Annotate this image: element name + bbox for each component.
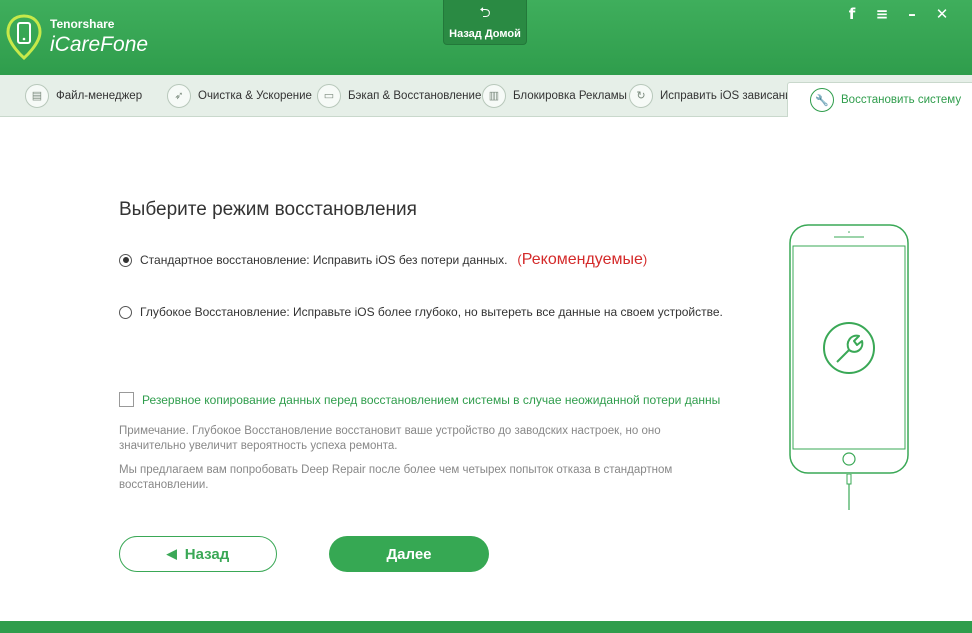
wrench-icon: 🔧 xyxy=(810,88,834,112)
window-controls: f ≡ – ✕ xyxy=(844,5,950,23)
option-deep-label: Глубокое Восстановление: Исправьте iOS б… xyxy=(140,305,723,319)
file-icon: ▤ xyxy=(25,83,49,108)
next-button[interactable]: Далее xyxy=(329,536,489,572)
home-button[interactable]: ⮌ Назад Домой xyxy=(443,0,527,45)
tab-fix-ios[interactable]: ↻ Исправить iOS зависания xyxy=(629,75,798,116)
option-deep-repair[interactable]: Глубокое Восстановление: Исправьте iOS б… xyxy=(119,305,723,319)
trash-icon: ▥ xyxy=(482,83,506,108)
back-button-label: Назад xyxy=(184,545,230,563)
tab-bar: ▤ Файл-менеджер ➶ Очистка & Ускорение ▭ … xyxy=(0,75,972,117)
tab-file-manager[interactable]: ▤ Файл-менеджер xyxy=(25,75,142,116)
tab-label: Очистка & Ускорение xyxy=(198,89,312,102)
radio-deep[interactable] xyxy=(119,305,132,319)
refresh-icon: ↻ xyxy=(629,83,653,108)
usb-cable-icon xyxy=(846,474,852,510)
note-deep-repair: Примечание. Глубокое Восстановление восс… xyxy=(119,425,661,452)
backup-checkbox-row[interactable]: Резервное копирование данных перед восст… xyxy=(119,392,720,407)
radio-standard[interactable] xyxy=(119,253,132,267)
tab-label: Файл-менеджер xyxy=(56,89,143,102)
brand-vendor: Tenorshare xyxy=(50,17,115,31)
tab-label: Бэкап & Восстановление xyxy=(348,89,482,102)
next-button-label: Далее xyxy=(386,545,432,563)
close-icon[interactable]: ✕ xyxy=(934,5,950,23)
menu-icon[interactable]: ≡ xyxy=(874,5,890,23)
tab-label: Восстановить систему xyxy=(841,94,962,106)
tab-backup[interactable]: ▭ Бэкап & Восстановление xyxy=(317,75,481,116)
note-suggestion: Мы предлагаем вам попробовать Deep Repai… xyxy=(119,464,673,491)
home-return-icon: ⮌ xyxy=(479,5,491,21)
title-bar: Tenorshare iCareFone ⮌ Назад Домой f ≡ –… xyxy=(0,0,972,75)
brand-product: iCareFone xyxy=(50,33,149,56)
tab-cleanup[interactable]: ➶ Очистка & Ускорение xyxy=(167,75,312,116)
page-title: Выберите режим восстановления xyxy=(119,199,417,220)
option-standard-label: Стандартное восстановление: Исправить iO… xyxy=(140,253,508,267)
tab-label: Блокировка Рекламы xyxy=(513,89,627,102)
tab-ad-block[interactable]: ▥ Блокировка Рекламы xyxy=(482,75,627,116)
back-button[interactable]: ◀ Назад xyxy=(119,536,277,572)
facebook-icon[interactable]: f xyxy=(844,5,860,23)
backup-checkbox-label: Резервное копирование данных перед восст… xyxy=(142,392,721,407)
phone-illustration xyxy=(789,224,909,474)
home-button-label: Назад Домой xyxy=(449,28,521,40)
arrow-left-icon: ◀ xyxy=(166,546,177,561)
tab-label: Исправить iOS зависания xyxy=(660,89,798,102)
rocket-icon: ➶ xyxy=(167,83,191,108)
footer-bar xyxy=(0,621,972,633)
tab-system-repair[interactable]: 🔧 Восстановить систему xyxy=(787,82,972,117)
backup-icon: ▭ xyxy=(317,83,341,108)
recommended-badge: (Рекомендуемые) xyxy=(517,251,648,268)
minimize-icon[interactable]: – xyxy=(904,5,920,23)
backup-checkbox[interactable] xyxy=(119,392,134,407)
option-standard-repair[interactable]: Стандартное восстановление: Исправить iO… xyxy=(119,251,647,269)
icarefone-logo-icon xyxy=(6,14,42,60)
